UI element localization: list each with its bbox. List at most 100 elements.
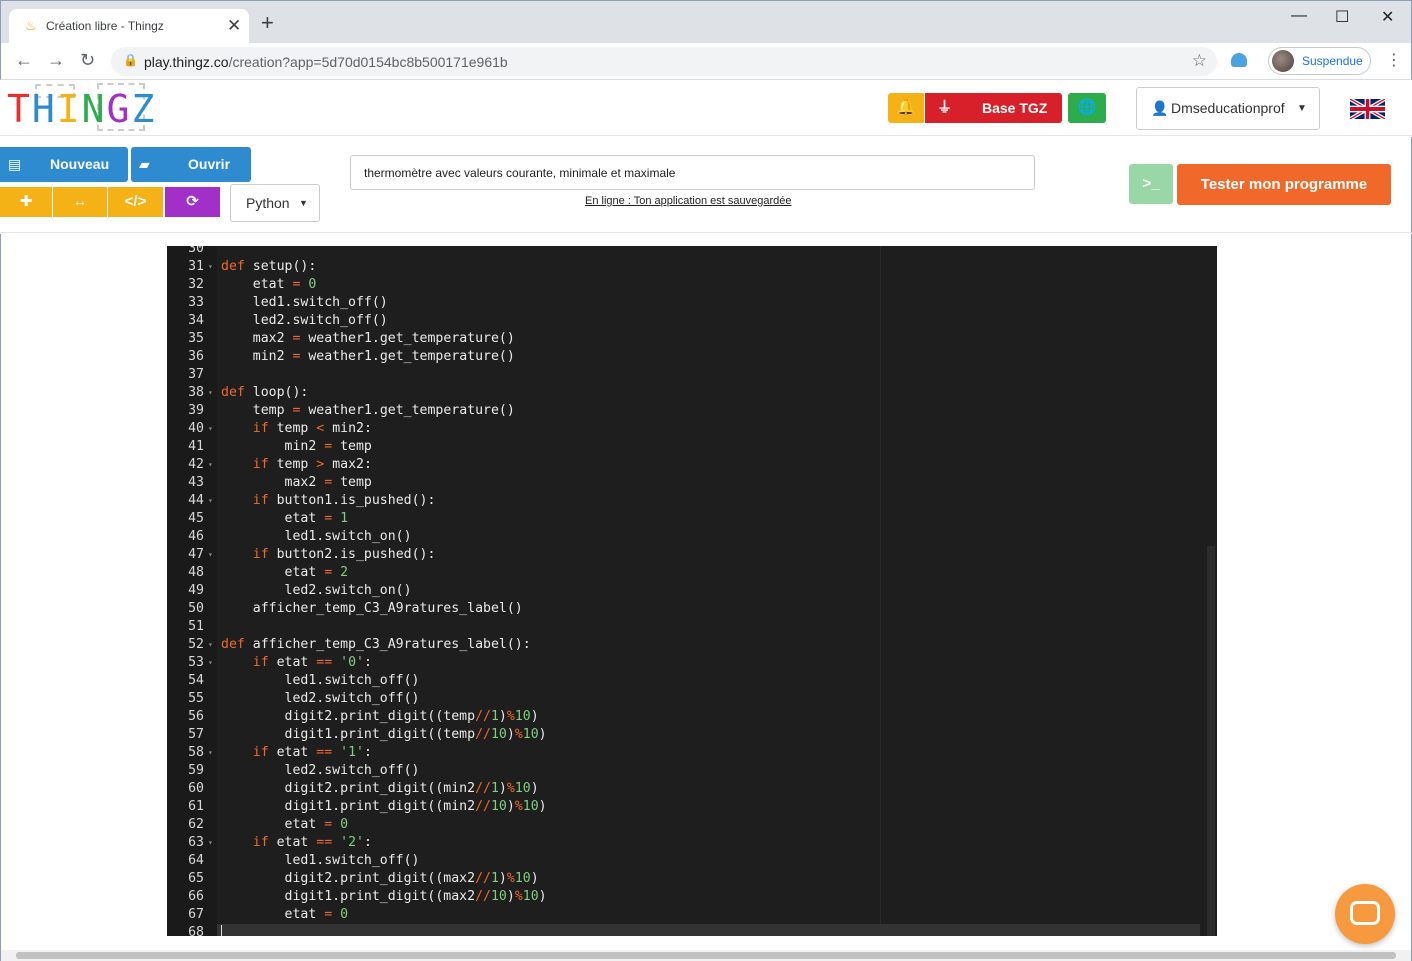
fold-arrow-icon[interactable]: ▾ [208, 258, 213, 276]
minimize-window-button[interactable]: — [1291, 7, 1307, 25]
code-line[interactable]: 30 [167, 246, 1217, 258]
code-line[interactable]: 34 led2.switch_off() [167, 312, 1217, 330]
browser-toolbar: ← → ↻ 🔒 play.thingz.co/creation?app=5d70… [0, 43, 1412, 80]
maximize-window-button[interactable]: ☐ [1335, 7, 1349, 27]
open-program-button[interactable]: ▰ Ouvrir [131, 147, 251, 182]
address-bar[interactable]: 🔒 play.thingz.co/creation?app=5d70d0154b… [111, 47, 1217, 76]
fold-arrow-icon[interactable]: ▾ [208, 636, 213, 654]
code-line[interactable]: 43 max2 = temp [167, 474, 1217, 492]
line-number: 68 [188, 925, 204, 936]
code-text: led1.switch_off() [221, 295, 388, 310]
code-line[interactable]: 47 ▾ if button2.is_pushed(): [167, 546, 1217, 564]
split-mode-button[interactable]: ↔ [53, 187, 107, 217]
fold-arrow-icon[interactable]: ▾ [208, 420, 213, 438]
code-line[interactable]: 49 led2.switch_on() [167, 582, 1217, 600]
globe-icon: 🌐 [1077, 99, 1097, 116]
chat-widget-button[interactable] [1335, 884, 1395, 944]
chat-bubble-icon [1350, 901, 1380, 925]
code-line[interactable]: 68 [167, 924, 1217, 936]
close-window-button[interactable]: ✕ [1381, 7, 1394, 27]
code-line[interactable]: 54 led1.switch_off() [167, 672, 1217, 690]
scrollbar-thumb[interactable] [16, 952, 1396, 959]
code-line[interactable]: 52 ▾ def afficher_temp_C3_A9ratures_label(… [167, 636, 1217, 654]
code-text: min2 = temp [221, 439, 372, 454]
code-text: etat = 0 [221, 817, 349, 832]
uk-flag-icon[interactable] [1350, 99, 1385, 119]
code-line[interactable]: 65 digit2.print_digit((max2//1)%10) [167, 870, 1217, 888]
forward-arrow-icon[interactable]: → [47, 50, 65, 71]
code-line[interactable]: 66 digit1.print_digit((max2//10)%10) [167, 888, 1217, 906]
code-line[interactable]: 55 led2.switch_off() [167, 690, 1217, 708]
code-line[interactable]: 64 led1.switch_off() [167, 852, 1217, 870]
code-line[interactable]: 62 etat = 0 [167, 816, 1217, 834]
line-number: 48 [188, 565, 204, 580]
fold-arrow-icon[interactable]: ▾ [208, 834, 213, 852]
code-line[interactable]: 46 led1.switch_on() [167, 528, 1217, 546]
profile-button[interactable]: Suspendue [1268, 47, 1371, 75]
test-program-button[interactable]: Tester mon programme [1177, 164, 1391, 205]
code-line[interactable]: 59 led2.switch_off() [167, 762, 1217, 780]
tab-close-icon[interactable]: ✕ [227, 16, 241, 36]
code-line[interactable]: 38 ▾ def loop(): [167, 384, 1217, 402]
cloud-extension-icon[interactable] [1231, 53, 1247, 67]
fold-arrow-icon[interactable]: ▾ [208, 492, 213, 510]
code-line[interactable]: 53 ▾ if etat == '0': [167, 654, 1217, 672]
code-editor[interactable]: 30 31 ▾ def setup(): 32 etat = 0 33 led1.swit… [167, 246, 1217, 936]
code-line[interactable]: 37 [167, 366, 1217, 384]
code-line[interactable]: 39 temp = weather1.get_temperature() [167, 402, 1217, 420]
code-line[interactable]: 42 ▾ if temp > max2: [167, 456, 1217, 474]
bookmark-star-icon[interactable]: ☆ [1192, 51, 1207, 71]
fold-arrow-icon[interactable]: ▾ [208, 456, 213, 474]
browser-tab[interactable]: ♨ Création libre - Thingz ✕ [9, 9, 249, 44]
thingz-logo[interactable]: THINGZ [5, 81, 154, 133]
fold-arrow-icon[interactable]: ▾ [208, 546, 213, 564]
code-line[interactable]: 58 ▾ if etat == '1': [167, 744, 1217, 762]
code-line[interactable]: 36 min2 = weather1.get_temperature() [167, 348, 1217, 366]
code-line[interactable]: 44 ▾ if button1.is_pushed(): [167, 492, 1217, 510]
code-line[interactable]: 51 [167, 618, 1217, 636]
code-text: if etat == '1': [252, 745, 372, 760]
user-dropdown[interactable]: 👤 Dmseducationprof ▼ [1136, 87, 1320, 130]
code-line[interactable]: 31 ▾ def setup(): [167, 258, 1217, 276]
code-line[interactable]: 60 digit2.print_digit((min2//1)%10) [167, 780, 1217, 798]
browser-menu-icon[interactable]: ⋮ [1386, 50, 1402, 70]
code-line[interactable]: 35 max2 = weather1.get_temperature() [167, 330, 1217, 348]
horizontal-scrollbar[interactable] [0, 950, 1412, 961]
code-line[interactable]: 56 digit2.print_digit((temp//1)%10) [167, 708, 1217, 726]
fold-arrow-icon[interactable]: ▾ [208, 744, 213, 762]
terminal-button[interactable]: >_ [1129, 164, 1173, 204]
code-line[interactable]: 50 afficher_temp_C3_A9ratures_label() [167, 600, 1217, 618]
code-mode-button[interactable]: </> [108, 187, 163, 217]
online-globe-button[interactable]: 🌐 [1068, 93, 1106, 123]
code-line[interactable]: 48 etat = 2 [167, 564, 1217, 582]
code-line[interactable]: 63 ▾ if etat == '2': [167, 834, 1217, 852]
line-number: 32 [188, 277, 204, 292]
code-lines: 30 31 ▾ def setup(): 32 etat = 0 33 led1.swit… [167, 246, 1217, 936]
editor-vertical-scrollbar[interactable] [1207, 546, 1215, 936]
blocks-mode-button[interactable]: ✚ [0, 187, 52, 217]
fold-arrow-icon[interactable]: ▾ [208, 384, 213, 402]
code-line[interactable]: 57 digit1.print_digit((temp//10)%10) [167, 726, 1217, 744]
save-status-link[interactable]: En ligne : Ton application est sauvegard… [585, 195, 792, 207]
code-line[interactable]: 67 etat = 0 [167, 906, 1217, 924]
program-name-input[interactable] [350, 155, 1035, 190]
code-line[interactable]: 61 digit1.print_digit((min2//10)%10) [167, 798, 1217, 816]
fold-arrow-icon[interactable]: ▾ [208, 654, 213, 672]
line-number: 40 [188, 421, 204, 436]
browser-tab-strip: ♨ Création libre - Thingz ✕ + — ☐ ✕ [0, 0, 1412, 44]
notifications-button[interactable]: 🔔 [888, 93, 924, 123]
new-program-button[interactable]: ▤ Nouveau [0, 147, 128, 182]
code-line[interactable]: 45 etat = 1 [167, 510, 1217, 528]
line-number: 33 [188, 295, 204, 310]
base-tgz-button[interactable]: ⏚ Base TGZ [925, 93, 1062, 123]
code-line[interactable]: 33 led1.switch_off() [167, 294, 1217, 312]
code-line[interactable]: 41 min2 = temp [167, 438, 1217, 456]
sync-button[interactable]: ⟳ [165, 187, 220, 217]
back-arrow-icon[interactable]: ← [15, 50, 33, 71]
code-line[interactable]: 40 ▾ if temp < min2: [167, 420, 1217, 438]
bell-icon: 🔔 [896, 99, 916, 116]
language-select[interactable]: Python ▼ [230, 184, 320, 222]
code-line[interactable]: 32 etat = 0 [167, 276, 1217, 294]
new-tab-button[interactable]: + [261, 12, 274, 34]
reload-icon[interactable]: ↻ [80, 50, 95, 71]
